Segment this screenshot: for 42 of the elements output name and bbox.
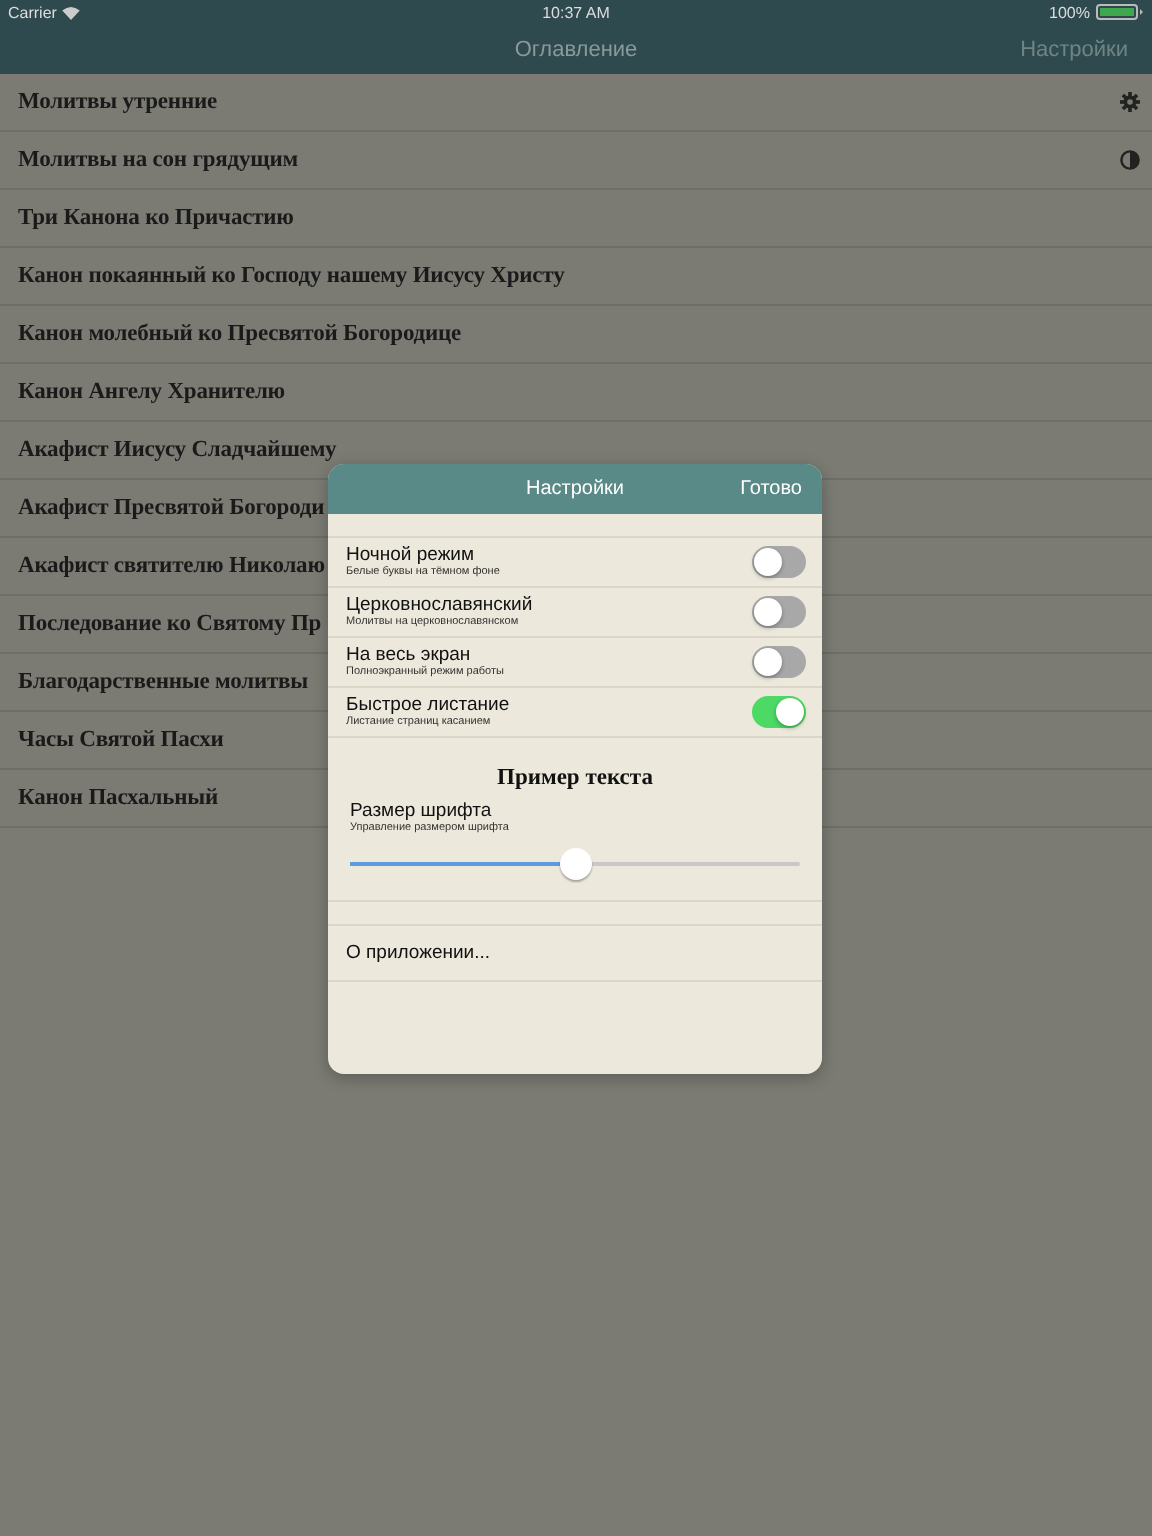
font-size-slider[interactable]	[350, 846, 800, 882]
contents-item[interactable]: Канон Ангелу Хранителю	[0, 364, 1152, 422]
contrast-icon	[1120, 150, 1140, 170]
contents-item[interactable]: Канон молебный ко Пресвятой Богородице	[0, 306, 1152, 364]
contents-title: Канон Ангелу Хранителю	[18, 380, 285, 404]
contents-title: Канон покаянный ко Господу нашему Иисусу Христу	[18, 264, 565, 288]
contents-title: Часы Святой Пасхи	[18, 728, 224, 752]
nav-title: Оглавление	[514, 37, 638, 61]
contents-title: Канон молебный ко Пресвятой Богородице	[18, 322, 462, 346]
setting-label: Размер шрифта	[350, 800, 494, 822]
sample-text: Пример текста	[495, 766, 655, 790]
contents-item[interactable]: Канон покаянный ко Господу нашему Иисусу Христу	[0, 248, 1152, 306]
contents-title: Три Канона ко Причастию	[18, 206, 294, 230]
carrier-label: Carrier	[8, 3, 57, 21]
setting-label: Ночной режим	[346, 544, 477, 566]
battery-icon	[1096, 4, 1144, 20]
toggle-switch[interactable]	[752, 596, 806, 628]
contents-item[interactable]: Три Канона ко Причастию	[0, 190, 1152, 248]
contents-title: Последование ко Святому Пр	[18, 612, 322, 636]
contents-title: Акафист Пресвятой Богороди	[18, 496, 325, 520]
contents-title: Молитвы на сон грядущим	[18, 148, 298, 172]
contents-title: Акафист святителю Николаю	[18, 554, 325, 578]
done-button[interactable]: Готово	[740, 478, 802, 500]
wifi-icon	[62, 5, 81, 19]
setting-label: Быстрое листание	[346, 694, 510, 716]
contents-title: Акафист Иисусу Сладчайшему	[18, 438, 337, 462]
contents-title: Канон Пасхальный	[18, 786, 219, 810]
setting-label: На весь экран	[346, 644, 473, 666]
toggle-switch[interactable]	[752, 546, 806, 578]
gear-icon	[1120, 92, 1140, 112]
toggle-switch[interactable]	[752, 696, 806, 728]
contents-item[interactable]: Молитвы утренние	[0, 74, 1152, 132]
battery-percent: 100%	[1049, 3, 1090, 21]
contents-item[interactable]: Молитвы на сон грядущим	[0, 132, 1152, 190]
toggle-switch[interactable]	[752, 646, 806, 678]
popover-title: Настройки	[525, 478, 625, 500]
contents-title: Благодарственные молитвы	[18, 670, 309, 694]
setting-label: Церковнославянский	[346, 594, 533, 616]
settings-button[interactable]: Настройки	[1020, 37, 1128, 61]
status-time: 10:37 AM	[542, 3, 610, 21]
about-item[interactable]: О приложении...	[328, 926, 822, 982]
contents-title: Молитвы утренние	[18, 90, 218, 114]
